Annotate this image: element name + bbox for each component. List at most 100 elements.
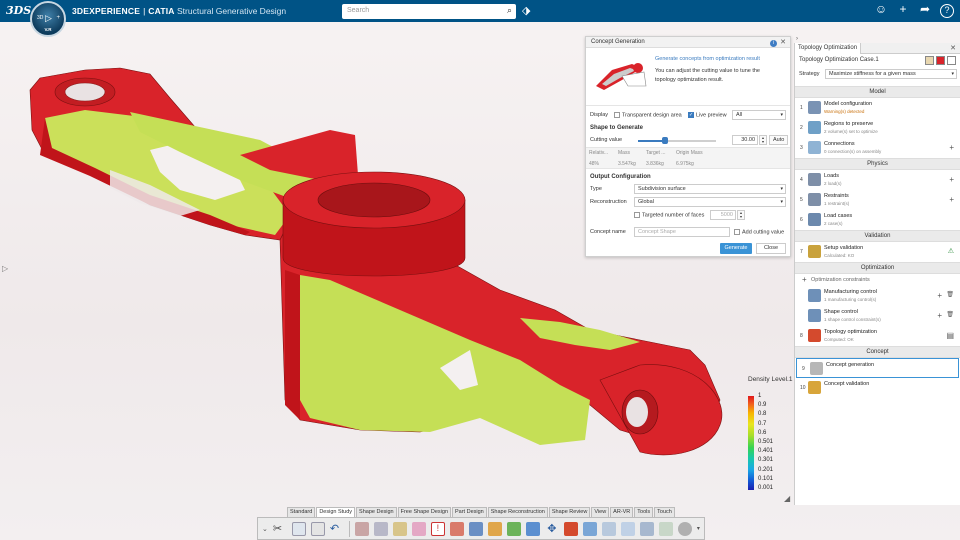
targeted-faces-option[interactable]: Targeted number of faces bbox=[634, 212, 704, 218]
panel-item-restraints[interactable]: 5 Restraints 1 restraint(s) + bbox=[795, 190, 960, 210]
load-icon[interactable] bbox=[449, 521, 464, 536]
play-icon[interactable]: ▷ bbox=[45, 13, 52, 24]
validate-icon[interactable]: ⚠ bbox=[948, 247, 954, 255]
search-icon[interactable]: ⌕ bbox=[507, 5, 512, 16]
close-icon[interactable]: ✕ bbox=[780, 39, 786, 46]
close-icon[interactable]: ✕ bbox=[950, 44, 956, 52]
expand-left-icon[interactable]: ▷ bbox=[2, 264, 8, 273]
panel-item-concept-validation[interactable]: 10 Concept validation bbox=[795, 378, 960, 398]
tab-part-design[interactable]: Part Design bbox=[452, 507, 487, 517]
optimize-icon[interactable] bbox=[525, 521, 540, 536]
display-select[interactable]: All ▾ bbox=[732, 110, 786, 120]
case-icon-1[interactable] bbox=[925, 56, 934, 65]
measure-icon[interactable] bbox=[620, 521, 635, 536]
panel-item-model-configuration[interactable]: 1 Model configuration Warning(s) detected bbox=[795, 98, 960, 118]
view-icon[interactable] bbox=[639, 521, 654, 536]
tab-touch[interactable]: Touch bbox=[654, 507, 675, 517]
case-name[interactable]: Topology Optimization Case.1 bbox=[799, 57, 879, 63]
concept-name-input[interactable]: Concept Shape bbox=[634, 227, 730, 237]
features-icon[interactable] bbox=[392, 521, 407, 536]
share-icon[interactable]: ➦ bbox=[918, 2, 932, 18]
panel-item-manufacturing-control[interactable]: Manufacturing control 1 manufacturing con… bbox=[795, 286, 960, 306]
section-icon[interactable] bbox=[601, 521, 616, 536]
compass-3d[interactable]: 3D bbox=[37, 15, 43, 21]
analysis-icon[interactable] bbox=[658, 521, 673, 536]
add-icon[interactable]: + bbox=[949, 175, 954, 184]
user-icon[interactable]: ☺ bbox=[874, 2, 888, 18]
cutting-spinner[interactable]: ▴ ▾ bbox=[759, 135, 767, 145]
panel-item-load-cases[interactable]: 6 Load cases 2 case(s) bbox=[795, 210, 960, 230]
case-icon-2[interactable] bbox=[936, 56, 945, 65]
validate-icon[interactable] bbox=[506, 521, 521, 536]
add-cutting-option[interactable]: Add cutting value bbox=[734, 229, 784, 235]
add-icon[interactable]: + bbox=[949, 195, 954, 204]
panel-item-connections[interactable]: 3 Connections 0 connection(s) on assembly + bbox=[795, 138, 960, 158]
tab-shape-review[interactable]: Shape Review bbox=[548, 507, 591, 517]
search-input[interactable]: Search ⌕ bbox=[342, 4, 516, 19]
add-icon[interactable]: + bbox=[896, 2, 910, 18]
tab-view[interactable]: View bbox=[591, 507, 610, 517]
add-icon[interactable]: + bbox=[949, 143, 954, 152]
optimization-constraints-label[interactable]: Optimization constraints bbox=[811, 277, 870, 283]
live-preview-option[interactable]: ✓ Live preview bbox=[688, 112, 727, 118]
add-icon[interactable]: + bbox=[937, 311, 942, 320]
faces-spinner[interactable]: ▴ ▾ bbox=[737, 210, 745, 220]
add-cutting-checkbox[interactable] bbox=[734, 229, 740, 235]
panel-item-optimization-constraints[interactable]: Optimization constraints + bbox=[795, 274, 960, 286]
help-icon[interactable]: ? bbox=[940, 4, 954, 18]
cutting-slider[interactable] bbox=[638, 137, 716, 144]
render-icon[interactable] bbox=[677, 521, 692, 536]
resize-handle-icon[interactable]: ◢ bbox=[784, 494, 790, 503]
dassault-logo[interactable]: 3DS bbox=[6, 4, 31, 17]
panel-item-concept-generation[interactable]: 9 Concept generation bbox=[796, 358, 959, 378]
panel-item-setup-validation[interactable]: 7 Setup validation Calculated: KO ⚠ bbox=[795, 242, 960, 262]
delete-icon[interactable]: 🗑 bbox=[946, 291, 954, 298]
table-icon[interactable]: ▤ bbox=[946, 331, 954, 340]
warning-icon[interactable]: ! bbox=[430, 521, 445, 536]
tab-tools[interactable]: Tools bbox=[634, 507, 654, 517]
transparent-checkbox[interactable] bbox=[614, 112, 620, 118]
copy-icon[interactable] bbox=[291, 521, 306, 536]
list-icon[interactable] bbox=[947, 56, 956, 65]
restraint-icon[interactable] bbox=[468, 521, 483, 536]
case-icon[interactable] bbox=[487, 521, 502, 536]
mesh-icon[interactable] bbox=[373, 521, 388, 536]
live-preview-checkbox[interactable]: ✓ bbox=[688, 112, 694, 118]
undo-icon[interactable]: ↶ bbox=[330, 522, 344, 536]
generate-concepts-link[interactable]: Generate concepts from optimization resu… bbox=[655, 56, 760, 62]
add-constraint-icon[interactable]: + bbox=[802, 275, 807, 284]
generate-button[interactable]: Generate bbox=[720, 243, 752, 254]
tab-design-study[interactable]: Design Study bbox=[316, 507, 356, 517]
slider-handle[interactable] bbox=[662, 137, 669, 144]
targeted-faces-input[interactable]: 5000 bbox=[710, 210, 736, 220]
panel-item-topology-optimization[interactable]: 8 Topology optimization Computed: OK ▤ bbox=[795, 326, 960, 346]
tab-shape-reconstruction[interactable]: Shape Reconstruction bbox=[487, 507, 548, 517]
transparent-option[interactable]: Transparent design area bbox=[614, 112, 682, 118]
toolbar-chevron-icon[interactable]: ⌄ bbox=[262, 525, 268, 533]
compass-widget[interactable]: 3D ▷ + V.R bbox=[30, 1, 66, 37]
tab-free-shape-design[interactable]: Free Shape Design bbox=[397, 507, 451, 517]
cut-icon[interactable]: ✂ bbox=[273, 522, 287, 536]
targeted-faces-checkbox[interactable] bbox=[634, 212, 640, 218]
type-select[interactable]: Subdivision surface ▾ bbox=[634, 184, 786, 194]
info-icon[interactable]: i bbox=[770, 40, 778, 47]
concept-icon[interactable] bbox=[582, 521, 597, 536]
design-space-icon[interactable] bbox=[354, 521, 369, 536]
auto-button[interactable]: Auto bbox=[769, 135, 789, 145]
tab-topology-optimization[interactable]: Topology Optimization bbox=[795, 43, 862, 54]
tab-ar-vr[interactable]: AR-VR bbox=[610, 507, 634, 517]
tab-shape-design[interactable]: Shape Design bbox=[356, 507, 397, 517]
close-button[interactable]: Close bbox=[756, 243, 786, 254]
panel-item-loads[interactable]: 4 Loads 2 load(s) + bbox=[795, 170, 960, 190]
tab-standard[interactable]: Standard bbox=[287, 507, 316, 517]
more-tools-icon[interactable]: ▾ bbox=[697, 525, 700, 532]
result-icon[interactable] bbox=[563, 521, 578, 536]
material-icon[interactable] bbox=[411, 521, 426, 536]
compass-plus[interactable]: + bbox=[56, 15, 60, 21]
collapse-panel-icon[interactable]: › bbox=[796, 36, 798, 42]
cutting-value-input[interactable]: 30.00 bbox=[732, 135, 758, 145]
strategy-select[interactable]: Maximize stiffness for a given mass ▾ bbox=[825, 69, 957, 79]
tag-icon[interactable]: ⬗ bbox=[522, 4, 530, 17]
move-icon[interactable]: ✥ bbox=[545, 522, 559, 536]
reconstruction-select[interactable]: Global ▾ bbox=[634, 197, 786, 207]
